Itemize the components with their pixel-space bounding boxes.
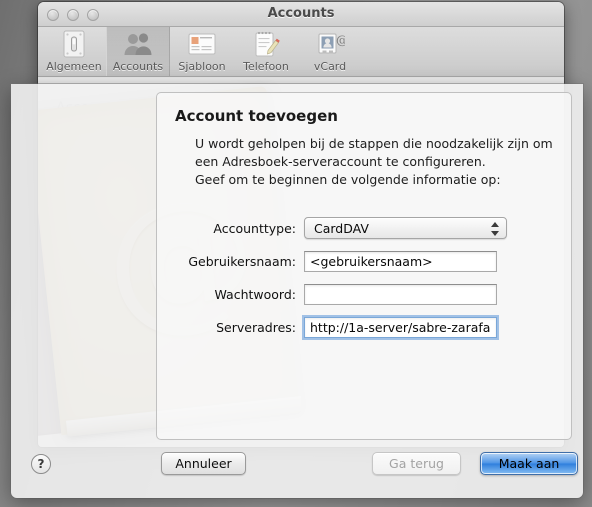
preferences-toolbar: Algemeen Accounts Sjabloon Telefoon vCar…	[38, 27, 564, 77]
vcard-icon: @	[315, 29, 348, 59]
light-switch-icon	[59, 29, 89, 59]
toolbar-item-algemeen[interactable]: Algemeen	[42, 27, 106, 76]
label-gebruikersnaam: Gebruikersnaam:	[188, 253, 296, 269]
label-accounttype: Accounttype:	[213, 220, 296, 236]
card-template-icon	[187, 29, 217, 59]
chevron-updown-icon	[490, 222, 499, 236]
sheet-description: U wordt geholpen bij de stappen die nood…	[195, 135, 563, 189]
go-back-button[interactable]: Ga terug	[372, 452, 461, 475]
description-line-1: U wordt geholpen bij de stappen die nood…	[195, 136, 553, 151]
description-line-2: een Adresboek-serveraccount te configure…	[195, 154, 486, 169]
toolbar-label-sjabloon: Sjabloon	[178, 60, 226, 73]
toolbar-label-telefoon: Telefoon	[243, 60, 289, 73]
password-input[interactable]	[304, 283, 497, 305]
toolbar-label-accounts: Accounts	[112, 60, 164, 73]
svg-text:@: @	[336, 33, 345, 47]
sheet-button-bar: ? Annuleer Ga terug Maak aan	[11, 440, 583, 498]
form-row-serveradres: Serveradres: http://1a-server/sabre-zara…	[157, 314, 573, 340]
toolbar-item-vcard[interactable]: @ vCard	[298, 27, 362, 76]
label-serveradres: Serveradres:	[216, 319, 296, 335]
accounttype-popup[interactable]: CardDAV	[304, 217, 507, 239]
people-icon	[123, 29, 153, 59]
accounttype-value: CardDAV	[314, 220, 369, 236]
toolbar-item-accounts[interactable]: Accounts	[106, 27, 170, 76]
toolbar-item-telefoon[interactable]: Telefoon	[234, 27, 298, 76]
create-button[interactable]: Maak aan	[480, 452, 578, 475]
label-wachtwoord: Wachtwoord:	[214, 286, 296, 302]
toolbar-label-algemeen: Algemeen	[46, 60, 102, 73]
help-button[interactable]: ?	[31, 454, 51, 474]
cancel-button[interactable]: Annuleer	[161, 452, 246, 475]
toolbar-label-vcard: vCard	[313, 60, 347, 73]
server-address-input[interactable]: http://1a-server/sabre-zarafa	[304, 316, 497, 338]
username-input[interactable]: <gebruikersnaam>	[304, 250, 497, 272]
window-titlebar[interactable]: Accounts	[38, 2, 564, 27]
window-title: Accounts	[267, 6, 335, 21]
server-address-value: http://1a-server/sabre-zarafa	[310, 319, 491, 335]
account-form: Accounttype: CardDAV Gebruikersnaam: <ge…	[157, 215, 573, 347]
form-row-wachtwoord: Wachtwoord:	[157, 281, 573, 307]
add-account-sheet: Account toevoegen U wordt geholpen bij d…	[11, 84, 583, 498]
toolbar-item-sjabloon[interactable]: Sjabloon	[170, 27, 234, 76]
sheet-heading: Account toevoegen	[175, 107, 338, 125]
notepad-pencil-icon	[251, 29, 281, 59]
form-row-gebruikersnaam: Gebruikersnaam: <gebruikersnaam>	[157, 248, 573, 274]
description-line-3: Geef om te beginnen de volgende informat…	[195, 172, 501, 187]
form-row-accounttype: Accounttype: CardDAV	[157, 215, 573, 241]
sheet-content-panel: Account toevoegen U wordt geholpen bij d…	[156, 92, 572, 440]
username-value: <gebruikersnaam>	[310, 253, 433, 269]
